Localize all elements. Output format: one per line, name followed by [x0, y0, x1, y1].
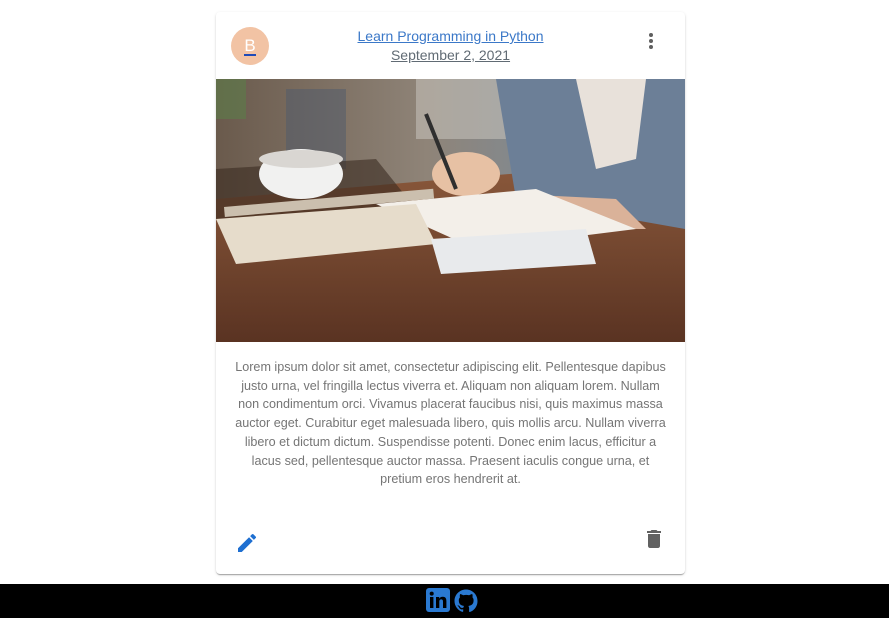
footer	[0, 584, 889, 618]
edit-icon[interactable]	[235, 531, 259, 555]
github-icon[interactable]	[454, 589, 478, 613]
card-header: B Learn Programming in Python September …	[216, 12, 685, 79]
more-vert-icon[interactable]	[641, 30, 669, 54]
post-date-link[interactable]: September 2, 2021	[216, 46, 685, 65]
post-image	[216, 79, 685, 342]
card-titles: Learn Programming in Python September 2,…	[216, 27, 685, 65]
delete-icon[interactable]	[642, 527, 666, 551]
linkedin-icon[interactable]	[426, 588, 450, 612]
post-card: B Learn Programming in Python September …	[216, 12, 685, 574]
post-body: Lorem ipsum dolor sit amet, consectetur …	[235, 360, 666, 487]
post-title-link[interactable]: Learn Programming in Python	[216, 27, 685, 46]
